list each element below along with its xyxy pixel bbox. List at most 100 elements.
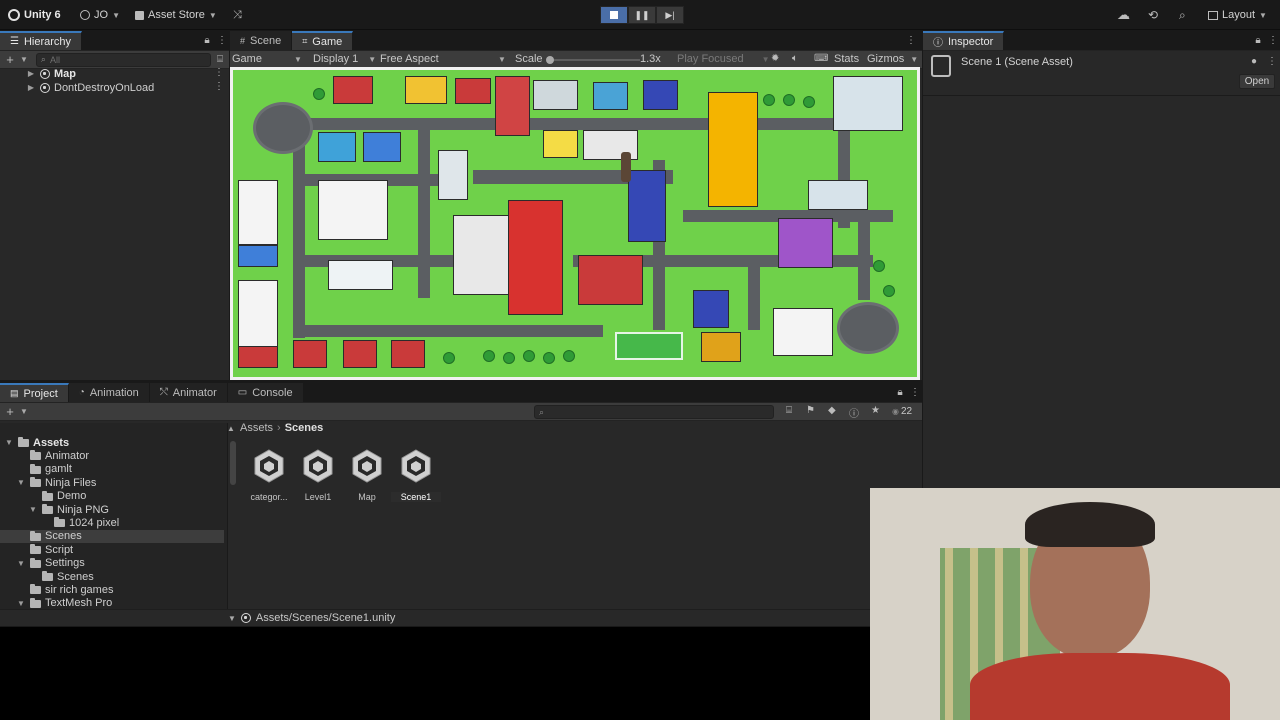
- folder-item[interactable]: Animator: [0, 449, 224, 462]
- unity-menu-button[interactable]: Unity 6: [8, 7, 61, 23]
- chevron-down-icon: ▼: [208, 10, 217, 20]
- scale-slider-thumb[interactable]: [546, 56, 554, 64]
- tab-animation[interactable]: ◔ Animation: [68, 383, 150, 402]
- game-mode-label: Game: [232, 53, 262, 65]
- chevron-down-icon[interactable]: ▼: [228, 614, 236, 623]
- play-focused-dropdown[interactable]: Play Focused ▼: [677, 53, 770, 65]
- hierarchy-item-map[interactable]: ▶ Map: [26, 67, 76, 80]
- folder-item[interactable]: Scenes: [0, 570, 224, 583]
- project-search-input[interactable]: ⌕: [534, 405, 774, 419]
- aspect-label: Free Aspect: [380, 53, 439, 65]
- folder-item[interactable]: ▼ Ninja Files: [0, 476, 224, 489]
- folder-icon: [30, 597, 41, 608]
- project-tabbar: ▤ Project ◔ Animation ⤲ Animator ▭ Conso…: [0, 383, 922, 403]
- asset-item[interactable]: Map: [342, 448, 392, 502]
- add-icon[interactable]: +: [0, 52, 20, 67]
- tab-inspector[interactable]: ⓘ Inspector: [923, 31, 1005, 50]
- tab-hierarchy[interactable]: ☰ Hierarchy: [0, 31, 83, 50]
- aspect-dropdown[interactable]: Free Aspect ▼: [380, 53, 506, 65]
- kebab-menu-icon[interactable]: ⋮: [900, 31, 922, 50]
- folder-icon: [30, 557, 41, 568]
- scale-slider[interactable]: [546, 56, 640, 64]
- version-control-button[interactable]: ⤨: [233, 7, 242, 23]
- folder-item[interactable]: ▼ Settings: [0, 557, 224, 570]
- gizmos-dropdown[interactable]: Gizmos ▼: [867, 53, 918, 65]
- help-icon[interactable]: ●: [1251, 56, 1257, 67]
- kebab-menu-icon[interactable]: ⋮: [908, 383, 922, 402]
- keyboard-icon[interactable]: ⌨: [814, 53, 828, 64]
- unity-scene-asset-icon: [352, 449, 382, 483]
- account-button[interactable]: JO ▼: [80, 7, 120, 23]
- lock-icon[interactable]: 🔒︎: [199, 31, 215, 50]
- kebab-menu-icon[interactable]: ⋮: [1266, 31, 1280, 50]
- expand-icon[interactable]: ▼: [28, 505, 38, 514]
- hierarchy-item-dontdestroyonload[interactable]: ▶ DontDestroyOnLoad: [26, 81, 154, 94]
- view-tabbar: # Scene ⌗ Game ⋮: [230, 31, 922, 51]
- folder-item[interactable]: 1024 pixel: [0, 516, 224, 529]
- stats-button[interactable]: Stats: [834, 53, 859, 65]
- tab-console-label: Console: [252, 386, 293, 399]
- play-button[interactable]: [600, 6, 628, 24]
- folder-item[interactable]: gamlt: [0, 463, 224, 476]
- audio-icon[interactable]: 🔈︎: [792, 53, 798, 64]
- expand-icon[interactable]: ▼: [4, 438, 14, 447]
- add-icon[interactable]: +: [0, 404, 20, 419]
- tree: [443, 352, 455, 364]
- step-button[interactable]: ▶|: [656, 6, 684, 24]
- lock-icon[interactable]: 🔒︎: [1250, 31, 1266, 50]
- info-icon[interactable]: ⓘ: [849, 405, 859, 420]
- folder-item[interactable]: ▼ Assets: [0, 436, 224, 449]
- breadcrumb-current[interactable]: Scenes: [285, 422, 324, 434]
- kebab-menu-icon[interactable]: ⋮: [214, 81, 224, 92]
- tree-scrollbar[interactable]: [230, 441, 236, 485]
- tree: [563, 350, 575, 362]
- lock-icon[interactable]: 🔒︎: [892, 383, 908, 402]
- breadcrumb-root[interactable]: Assets: [240, 422, 273, 434]
- star-icon[interactable]: ★: [871, 405, 880, 416]
- search-button[interactable]: ⌕: [1179, 7, 1186, 23]
- tab-animator-label: Animator: [172, 386, 217, 399]
- folder-item[interactable]: ▼ TextMesh Pro: [0, 597, 224, 610]
- tab-animator[interactable]: ⤲ Animator: [149, 383, 228, 402]
- kebab-menu-icon[interactable]: ⋮: [1267, 56, 1277, 67]
- expand-icon[interactable]: ▶: [26, 69, 36, 78]
- tab-game[interactable]: ⌗ Game: [292, 31, 354, 50]
- chevron-down-icon[interactable]: ▼: [20, 407, 28, 416]
- folder-item[interactable]: Demo: [0, 490, 224, 503]
- layout-dropdown[interactable]: Layout ▼: [1208, 7, 1267, 23]
- tag-icon[interactable]: ◆: [828, 405, 836, 416]
- asset-item[interactable]: Level1: [293, 448, 343, 502]
- folder-item[interactable]: Scenes: [0, 529, 224, 543]
- expand-icon[interactable]: ▼: [16, 478, 26, 487]
- open-button[interactable]: Open: [1239, 74, 1275, 89]
- asset-item[interactable]: Scene1: [391, 448, 441, 502]
- tab-scene[interactable]: # Scene: [230, 31, 293, 50]
- filter-type-icon[interactable]: ⌸: [786, 405, 792, 416]
- expand-icon[interactable]: ▼: [16, 599, 26, 608]
- filter-icon[interactable]: ⌸: [211, 54, 229, 65]
- folder-item[interactable]: Script: [0, 543, 224, 556]
- history-button[interactable]: ⟲: [1148, 7, 1158, 23]
- folder-item[interactable]: ▼ Ninja PNG: [0, 503, 224, 516]
- expand-icon[interactable]: ▼: [16, 559, 26, 568]
- kebab-menu-icon[interactable]: ⋮: [215, 31, 229, 50]
- asset-item[interactable]: categor...: [244, 448, 294, 502]
- hierarchy-search-input[interactable]: ⌕ All: [35, 52, 211, 67]
- game-viewport[interactable]: [230, 67, 920, 380]
- hidden-packages-count[interactable]: ◉ 22: [892, 406, 912, 417]
- collapse-arrow-icon[interactable]: ▲: [227, 424, 235, 433]
- tab-project[interactable]: ▤ Project: [0, 383, 69, 402]
- bug-icon[interactable]: ✹: [771, 53, 779, 64]
- tab-hierarchy-label: Hierarchy: [23, 35, 72, 48]
- display-dropdown[interactable]: Display 1 ▼: [313, 53, 376, 65]
- filter-label-icon[interactable]: ⚑: [806, 405, 815, 416]
- cloud-button[interactable]: ☁: [1117, 7, 1130, 23]
- chevron-down-icon[interactable]: ▼: [20, 55, 28, 64]
- tab-console[interactable]: ▭ Console: [227, 383, 304, 402]
- asset-store-button[interactable]: Asset Store ▼: [135, 7, 217, 23]
- folder-item[interactable]: sir rich games: [0, 583, 224, 596]
- pause-button[interactable]: ❚❚: [628, 6, 656, 24]
- expand-icon[interactable]: ▶: [26, 83, 36, 92]
- kebab-menu-icon[interactable]: ⋮: [214, 67, 224, 78]
- game-mode-dropdown[interactable]: Game ▼: [232, 53, 302, 65]
